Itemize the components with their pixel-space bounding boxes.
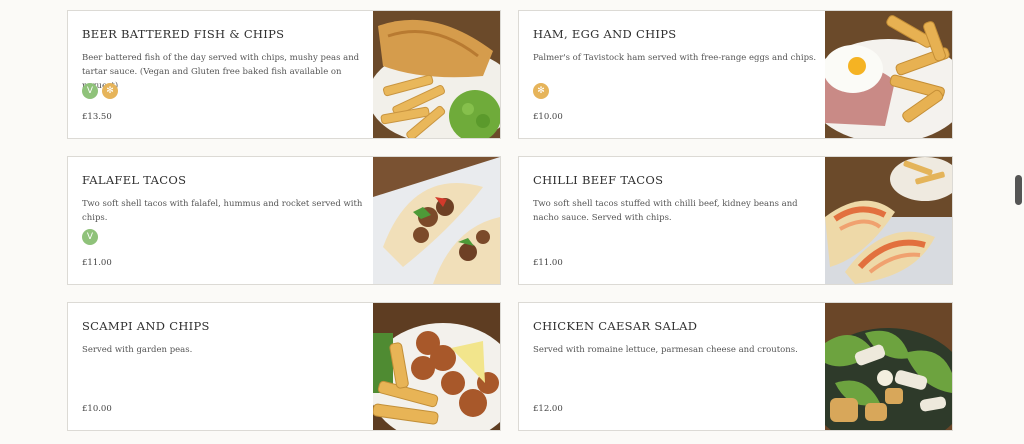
menu-item-title: CHICKEN CAESAR SALAD bbox=[533, 319, 698, 333]
menu-item-price: £13.50 bbox=[82, 112, 112, 122]
menu-item-card[interactable]: HAM, EGG AND CHIPS Palmer's of Tavistock… bbox=[518, 10, 953, 139]
fish-and-chips-photo bbox=[373, 11, 500, 138]
vegan-icon: V bbox=[82, 229, 98, 245]
menu-item-title: CHILLI BEEF TACOS bbox=[533, 173, 664, 187]
menu-item-description: Served with romaine lettuce, parmesan ch… bbox=[533, 345, 798, 355]
menu-item-price: £10.00 bbox=[533, 112, 563, 122]
menu-item-price: £10.00 bbox=[82, 404, 112, 414]
ham-egg-chips-photo bbox=[825, 11, 952, 138]
menu-item-price: £12.00 bbox=[533, 404, 563, 414]
menu-item-card[interactable]: CHICKEN CAESAR SALAD Served with romaine… bbox=[518, 302, 953, 431]
gluten-free-icon: ✻ bbox=[102, 83, 118, 99]
scrollbar-thumb[interactable] bbox=[1015, 175, 1022, 205]
menu-item-description: Two soft shell tacos stuffed with chilli… bbox=[533, 199, 798, 223]
menu-item-card[interactable]: CHILLI BEEF TACOS Two soft shell tacos s… bbox=[518, 156, 953, 285]
menu-item-title: BEER BATTERED FISH & CHIPS bbox=[82, 27, 285, 41]
chicken-caesar-salad-photo bbox=[825, 303, 952, 430]
menu-item-description: Palmer's of Tavistock ham served with fr… bbox=[533, 53, 817, 63]
menu-item-title: SCAMPI AND CHIPS bbox=[82, 319, 210, 333]
menu-item-description: Two soft shell tacos with falafel, hummu… bbox=[82, 199, 363, 223]
scrollbar[interactable] bbox=[1010, 0, 1024, 444]
scampi-and-chips-photo bbox=[373, 303, 500, 430]
menu-item-price: £11.00 bbox=[82, 258, 112, 268]
menu-item-card[interactable]: FALAFEL TACOS Two soft shell tacos with … bbox=[67, 156, 501, 285]
menu-item-description: Beer battered fish of the day served wit… bbox=[82, 53, 360, 91]
vegan-icon: V bbox=[82, 83, 98, 99]
menu-item-title: HAM, EGG AND CHIPS bbox=[533, 27, 677, 41]
gluten-free-icon: ✻ bbox=[533, 83, 549, 99]
menu-item-title: FALAFEL TACOS bbox=[82, 173, 187, 187]
menu-item-description: Served with garden peas. bbox=[82, 345, 193, 355]
menu-item-price: £11.00 bbox=[533, 258, 563, 268]
chilli-beef-tacos-photo bbox=[825, 157, 952, 284]
menu-item-card[interactable]: BEER BATTERED FISH & CHIPS Beer battered… bbox=[67, 10, 501, 139]
menu-item-card[interactable]: SCAMPI AND CHIPS Served with garden peas… bbox=[67, 302, 501, 431]
falafel-tacos-photo bbox=[373, 157, 500, 284]
